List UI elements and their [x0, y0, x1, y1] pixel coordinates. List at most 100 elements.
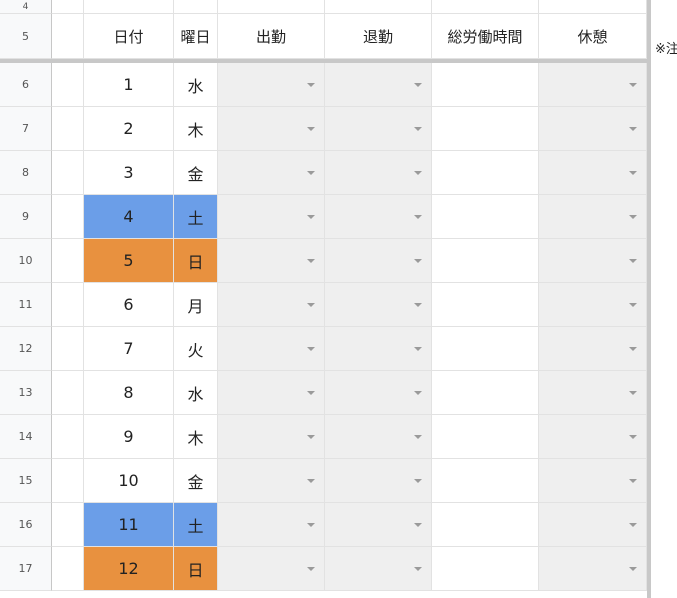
weekday-cell[interactable]: 木	[174, 107, 218, 151]
weekday-cell[interactable]: 土	[174, 503, 218, 547]
chevron-down-icon[interactable]	[629, 434, 637, 439]
chevron-down-icon[interactable]	[629, 126, 637, 131]
clock-in-dropdown-cell[interactable]	[218, 415, 325, 459]
blank-cell[interactable]	[52, 151, 84, 195]
break-dropdown-cell[interactable]	[539, 371, 647, 415]
weekday-cell[interactable]: 水	[174, 63, 218, 107]
break-dropdown-cell[interactable]	[539, 459, 647, 503]
chevron-down-icon[interactable]	[629, 170, 637, 175]
break-dropdown-cell[interactable]	[539, 195, 647, 239]
chevron-down-icon[interactable]	[629, 346, 637, 351]
chevron-down-icon[interactable]	[629, 214, 637, 219]
clock-out-dropdown-cell[interactable]	[325, 371, 432, 415]
total-hours-cell[interactable]	[432, 151, 539, 195]
break-dropdown-cell[interactable]	[539, 63, 647, 107]
chevron-down-icon[interactable]	[629, 302, 637, 307]
clock-out-dropdown-cell[interactable]	[325, 547, 432, 591]
date-cell[interactable]: 8	[84, 371, 174, 415]
break-dropdown-cell[interactable]	[539, 503, 647, 547]
break-dropdown-cell[interactable]	[539, 283, 647, 327]
chevron-down-icon[interactable]	[307, 566, 315, 571]
total-hours-cell[interactable]	[432, 195, 539, 239]
chevron-down-icon[interactable]	[414, 478, 422, 483]
clock-out-dropdown-cell[interactable]	[325, 195, 432, 239]
chevron-down-icon[interactable]	[629, 522, 637, 527]
date-cell[interactable]: 12	[84, 547, 174, 591]
blank-cell[interactable]	[52, 415, 84, 459]
date-cell[interactable]: 2	[84, 107, 174, 151]
total-hours-cell[interactable]	[432, 371, 539, 415]
chevron-down-icon[interactable]	[414, 170, 422, 175]
cell-r4-weekday[interactable]	[174, 0, 218, 14]
weekday-cell[interactable]: 水	[174, 371, 218, 415]
cell-r4-clock_in[interactable]	[218, 0, 325, 14]
date-cell[interactable]: 6	[84, 283, 174, 327]
chevron-down-icon[interactable]	[414, 346, 422, 351]
cell-r4-break[interactable]	[539, 0, 647, 14]
blank-cell[interactable]	[52, 283, 84, 327]
chevron-down-icon[interactable]	[307, 390, 315, 395]
weekday-cell[interactable]: 火	[174, 327, 218, 371]
clock-out-dropdown-cell[interactable]	[325, 63, 432, 107]
weekday-cell[interactable]: 月	[174, 283, 218, 327]
clock-in-dropdown-cell[interactable]	[218, 239, 325, 283]
clock-out-dropdown-cell[interactable]	[325, 503, 432, 547]
break-dropdown-cell[interactable]	[539, 107, 647, 151]
total-hours-cell[interactable]	[432, 503, 539, 547]
clock-out-dropdown-cell[interactable]	[325, 107, 432, 151]
blank-cell[interactable]	[52, 63, 84, 107]
blank-cell[interactable]	[52, 547, 84, 591]
chevron-down-icon[interactable]	[629, 258, 637, 263]
blank-cell[interactable]	[52, 371, 84, 415]
total-hours-cell[interactable]	[432, 459, 539, 503]
chevron-down-icon[interactable]	[414, 434, 422, 439]
chevron-down-icon[interactable]	[414, 566, 422, 571]
clock-in-dropdown-cell[interactable]	[218, 503, 325, 547]
clock-out-dropdown-cell[interactable]	[325, 151, 432, 195]
date-cell[interactable]: 9	[84, 415, 174, 459]
weekday-cell[interactable]: 土	[174, 195, 218, 239]
chevron-down-icon[interactable]	[629, 478, 637, 483]
blank-cell[interactable]	[52, 107, 84, 151]
clock-in-dropdown-cell[interactable]	[218, 151, 325, 195]
chevron-down-icon[interactable]	[414, 126, 422, 131]
clock-in-dropdown-cell[interactable]	[218, 107, 325, 151]
chevron-down-icon[interactable]	[629, 82, 637, 87]
blank-cell[interactable]	[52, 503, 84, 547]
date-cell[interactable]: 10	[84, 459, 174, 503]
total-hours-cell[interactable]	[432, 107, 539, 151]
chevron-down-icon[interactable]	[629, 390, 637, 395]
chevron-down-icon[interactable]	[307, 302, 315, 307]
weekday-cell[interactable]: 日	[174, 239, 218, 283]
chevron-down-icon[interactable]	[307, 214, 315, 219]
clock-out-dropdown-cell[interactable]	[325, 415, 432, 459]
date-cell[interactable]: 5	[84, 239, 174, 283]
weekday-cell[interactable]: 金	[174, 459, 218, 503]
total-hours-cell[interactable]	[432, 415, 539, 459]
date-cell[interactable]: 1	[84, 63, 174, 107]
date-cell[interactable]: 4	[84, 195, 174, 239]
clock-in-dropdown-cell[interactable]	[218, 283, 325, 327]
chevron-down-icon[interactable]	[307, 126, 315, 131]
date-cell[interactable]: 7	[84, 327, 174, 371]
chevron-down-icon[interactable]	[414, 258, 422, 263]
chevron-down-icon[interactable]	[307, 258, 315, 263]
date-cell[interactable]: 3	[84, 151, 174, 195]
total-hours-cell[interactable]	[432, 63, 539, 107]
chevron-down-icon[interactable]	[307, 522, 315, 527]
chevron-down-icon[interactable]	[414, 214, 422, 219]
chevron-down-icon[interactable]	[307, 82, 315, 87]
chevron-down-icon[interactable]	[307, 434, 315, 439]
total-hours-cell[interactable]	[432, 283, 539, 327]
cell-r4-clock_out[interactable]	[325, 0, 432, 14]
chevron-down-icon[interactable]	[414, 390, 422, 395]
blank-cell[interactable]	[52, 195, 84, 239]
blank-cell[interactable]	[52, 459, 84, 503]
chevron-down-icon[interactable]	[307, 346, 315, 351]
break-dropdown-cell[interactable]	[539, 547, 647, 591]
clock-in-dropdown-cell[interactable]	[218, 327, 325, 371]
weekday-cell[interactable]: 日	[174, 547, 218, 591]
cell-r4-total_hours[interactable]	[432, 0, 539, 14]
chevron-down-icon[interactable]	[414, 522, 422, 527]
blank-cell[interactable]	[52, 239, 84, 283]
